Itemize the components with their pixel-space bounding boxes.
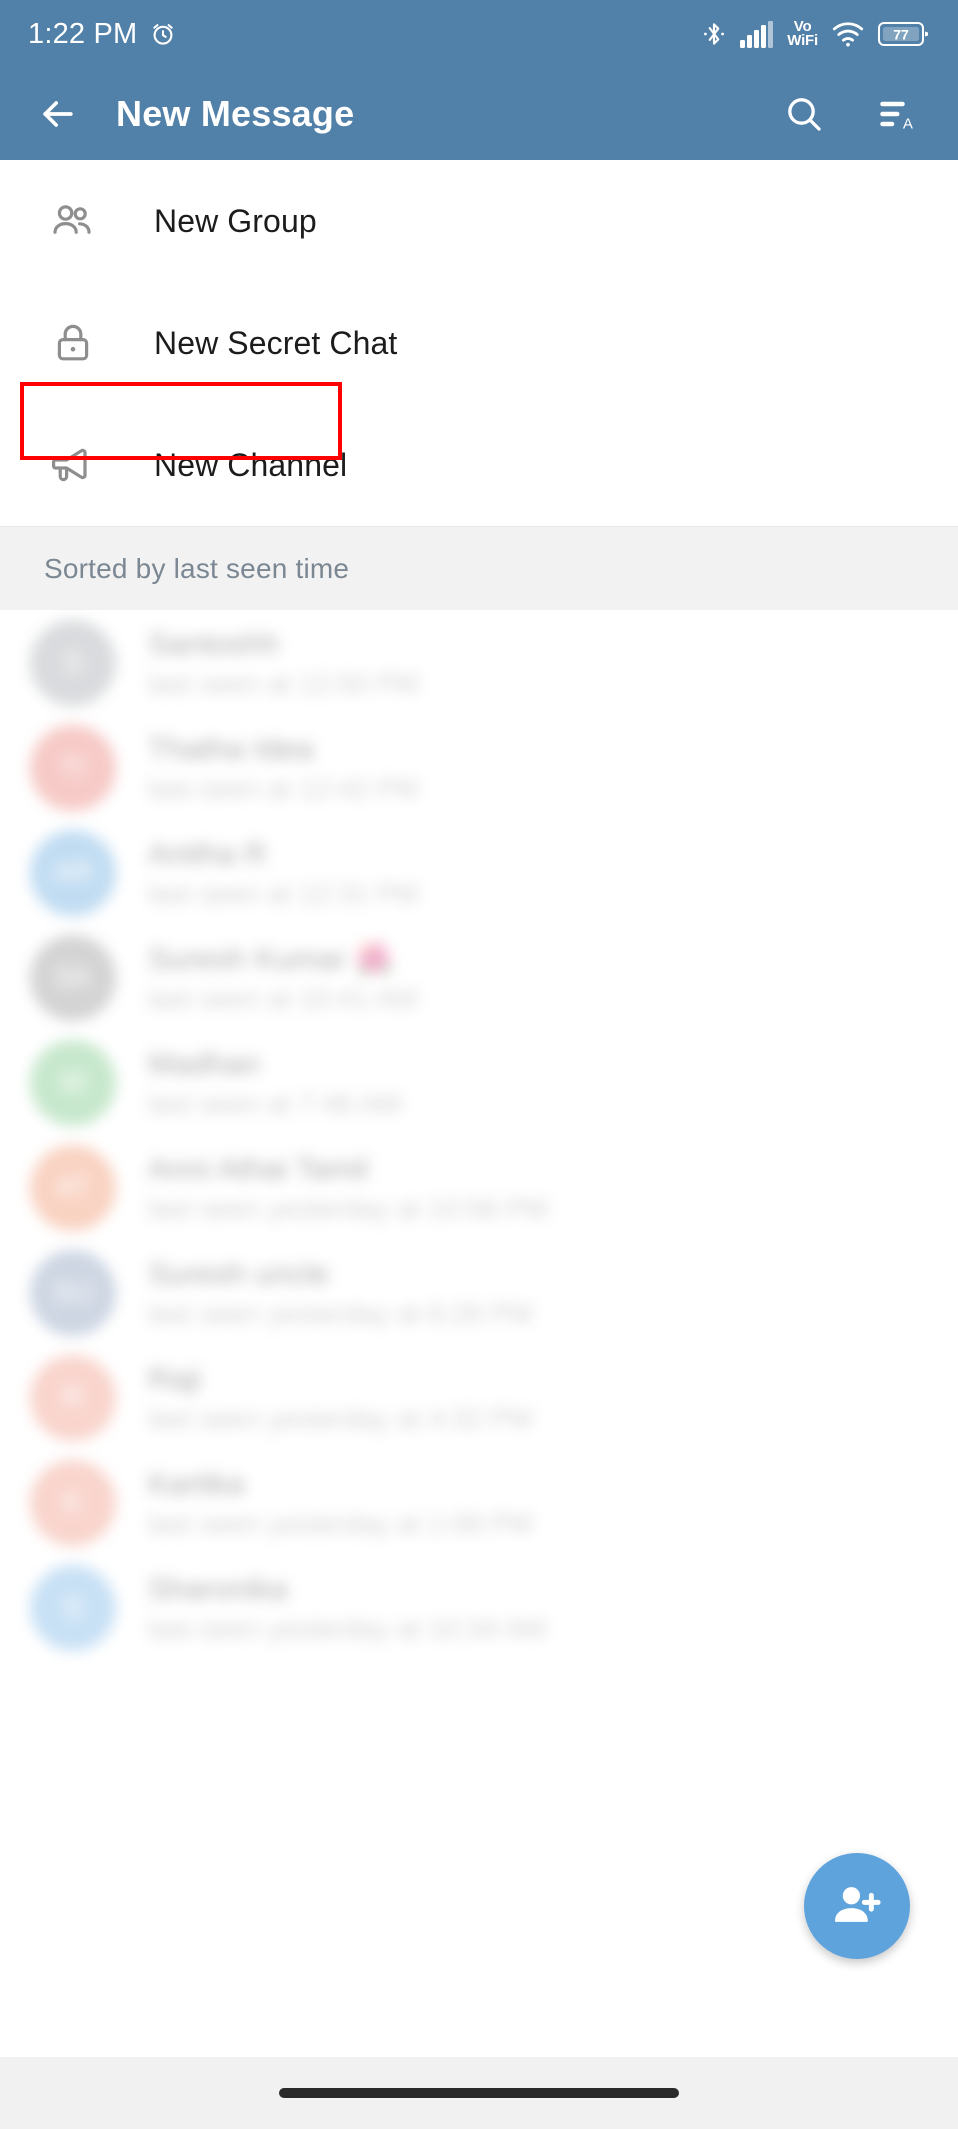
contact-status: last seen yesterday at 4:32 PM <box>148 1402 533 1434</box>
svg-text:A: A <box>903 115 913 132</box>
group-people-icon <box>44 197 102 245</box>
contact-list: S Santoshh last seen at 12:50 PM TI That… <box>0 610 958 1660</box>
lock-icon <box>44 319 102 367</box>
contact-status: last seen yesterday at 10:34 AM <box>148 1612 547 1644</box>
list-item[interactable]: R Raji last seen yesterday at 4:32 PM <box>0 1345 958 1450</box>
action-new-secret-chat[interactable]: New Secret Chat <box>0 282 958 404</box>
page-title: New Message <box>116 93 355 134</box>
contact-text: Thatha Idea last seen at 12:42 PM <box>148 731 419 805</box>
app-bar: New Message A <box>0 68 958 160</box>
content-area: New Group New Secret Chat New Channel So… <box>0 160 958 2129</box>
status-bar: 1:22 PM Vo WiFi 77 <box>0 0 958 68</box>
contact-name: Thatha Idea <box>148 730 314 766</box>
contact-name: Madhan <box>148 1045 261 1081</box>
list-item[interactable]: AT Anni Athai Tamil last seen yesterday … <box>0 1135 958 1240</box>
home-gesture-pill[interactable] <box>279 2088 679 2098</box>
avatar-initials: S <box>62 645 83 679</box>
contact-status: last seen yesterday at 6:26 PM <box>148 1297 533 1329</box>
system-nav-bar <box>0 2057 958 2129</box>
avatar: AR <box>30 829 116 916</box>
contact-text: Suresh Kumar 🌺 last seen at 10:41 AM <box>148 940 417 1015</box>
list-item[interactable]: SU Suresh uncle last seen yesterday at 6… <box>0 1240 958 1345</box>
contact-name: Anitha R <box>148 835 267 871</box>
app-bar-actions: A <box>778 88 922 140</box>
status-bar-right: Vo WiFi 77 <box>701 19 930 49</box>
contact-text: Kartika last seen yesterday at 1:08 PM <box>148 1466 532 1540</box>
action-new-channel-label: New Channel <box>154 446 348 483</box>
avatar-initials: TI <box>59 750 87 784</box>
contact-text: Anni Athai Tamil last seen yesterday at … <box>148 1151 548 1225</box>
contact-name: Sharonika <box>148 1570 288 1606</box>
contact-name: Raji <box>148 1360 202 1396</box>
contact-status: last seen yesterday at 10:56 PM <box>148 1192 548 1224</box>
action-new-group[interactable]: New Group <box>0 160 958 282</box>
avatar: SU <box>30 1249 116 1336</box>
list-item[interactable]: K Kartika last seen yesterday at 1:08 PM <box>0 1450 958 1555</box>
battery-level-text: 77 <box>893 27 909 43</box>
search-button[interactable] <box>778 88 830 140</box>
status-bar-left: 1:22 PM <box>28 18 177 51</box>
avatar: SK <box>30 934 116 1021</box>
contact-name: Kartika <box>148 1465 245 1501</box>
contact-text: Santoshh last seen at 12:50 PM <box>148 626 419 700</box>
avatar: R <box>30 1354 116 1441</box>
contact-name: Suresh uncle <box>148 1255 329 1291</box>
alarm-clock-icon <box>149 20 177 48</box>
avatar-initials: SK <box>52 960 94 994</box>
cellular-signal-icon <box>740 20 774 48</box>
vowifi-indicator: Vo WiFi <box>787 19 818 49</box>
avatar-initials: SU <box>52 1275 94 1309</box>
action-new-secret-chat-label: New Secret Chat <box>154 324 398 361</box>
add-contact-fab[interactable] <box>804 1853 910 1959</box>
avatar: M <box>30 1039 116 1126</box>
list-item[interactable]: AR Anitha R last seen at 12:31 PM <box>0 820 958 925</box>
action-new-group-label: New Group <box>154 202 317 239</box>
list-item[interactable]: M Madhan last seen at 7:46 AM <box>0 1030 958 1135</box>
battery-icon: 77 <box>878 20 930 48</box>
avatar-initials: K <box>62 1485 83 1519</box>
megaphone-icon <box>44 441 102 489</box>
contact-status: last seen at 12:42 PM <box>148 772 419 804</box>
bluetooth-icon <box>701 19 727 49</box>
telegram-new-message-screen: 1:22 PM Vo WiFi 77 New Message A New Gro… <box>0 0 958 2129</box>
contact-status: last seen at 10:41 AM <box>148 983 418 1014</box>
back-button[interactable] <box>28 84 88 144</box>
contact-text: Madhan last seen at 7:46 AM <box>148 1046 402 1120</box>
vowifi-wifi-label: WiFi <box>787 32 818 49</box>
avatar: K <box>30 1459 116 1546</box>
contact-status: last seen at 7:46 AM <box>148 1087 402 1119</box>
contact-name: Santoshh <box>148 625 279 661</box>
list-item[interactable]: SK Suresh Kumar 🌺 last seen at 10:41 AM <box>0 925 958 1030</box>
sorted-by-header: Sorted by last seen time <box>0 526 958 610</box>
contact-text: Anitha R last seen at 12:31 PM <box>148 836 419 910</box>
avatar-initials: S <box>62 1590 83 1624</box>
contact-text: Raji last seen yesterday at 4:32 PM <box>148 1361 532 1435</box>
contact-status: last seen at 12:31 PM <box>148 877 419 909</box>
avatar: AT <box>30 1144 116 1231</box>
avatar: S <box>30 1564 116 1651</box>
avatar: S <box>30 619 116 706</box>
contact-status: last seen yesterday at 1:08 PM <box>148 1507 533 1539</box>
contact-name: Anni Athai Tamil <box>148 1150 368 1186</box>
contact-name: Suresh Kumar 🌺 <box>148 941 394 976</box>
list-item[interactable]: S Santoshh last seen at 12:50 PM <box>0 610 958 715</box>
list-item[interactable]: TI Thatha Idea last seen at 12:42 PM <box>0 715 958 820</box>
avatar-initials: R <box>62 1380 84 1414</box>
contact-status: last seen at 12:50 PM <box>148 667 419 699</box>
avatar-initials: AR <box>52 855 94 889</box>
avatar: TI <box>30 724 116 811</box>
contact-text: Suresh uncle last seen yesterday at 6:26… <box>148 1256 532 1330</box>
sorted-by-header-label: Sorted by last seen time <box>44 552 350 584</box>
add-person-icon <box>835 1887 881 1922</box>
avatar-initials: AT <box>54 1170 92 1204</box>
avatar-initials: M <box>60 1065 86 1099</box>
wifi-icon <box>831 20 865 48</box>
contact-text: Sharonika last seen yesterday at 10:34 A… <box>148 1571 546 1645</box>
sort-alphabetical-button[interactable]: A <box>870 88 922 140</box>
list-item[interactable]: S Sharonika last seen yesterday at 10:34… <box>0 1555 958 1660</box>
status-bar-clock: 1:22 PM <box>28 17 138 50</box>
action-new-channel[interactable]: New Channel <box>0 404 958 526</box>
